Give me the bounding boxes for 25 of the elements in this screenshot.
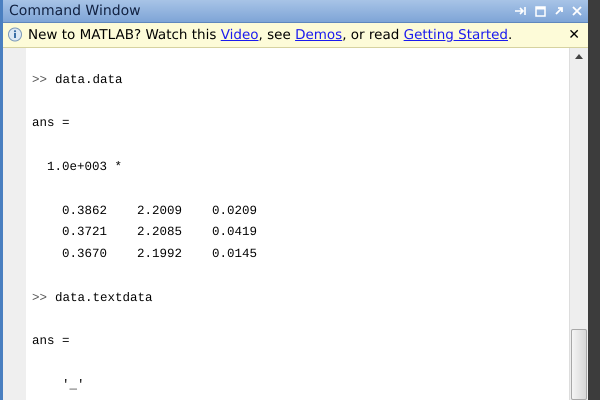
info-message: New to MATLAB? Watch this Video, see Demos, or read Getting Started. xyxy=(28,27,514,43)
prompt: >> xyxy=(32,290,48,307)
close-icon[interactable] xyxy=(572,6,582,16)
arrow-icon[interactable] xyxy=(554,6,564,16)
link[interactable]: Getting Started xyxy=(404,27,508,43)
scrollbar[interactable] xyxy=(569,48,588,400)
dock-icon[interactable] xyxy=(515,6,527,16)
maximize-icon[interactable] xyxy=(535,6,546,16)
output-text: 1.0e+003 * xyxy=(46,158,122,176)
output-text: '_' xyxy=(61,376,85,394)
prompt: >> xyxy=(32,72,48,89)
window-title: Command Window xyxy=(9,3,142,19)
link[interactable]: Demos xyxy=(295,27,342,43)
scrollbar-thumb[interactable] xyxy=(571,329,587,400)
output-text: 0.3670 2.1992 0.0145 xyxy=(61,246,258,264)
command-text: data.textdata xyxy=(55,290,153,307)
command-text: data.data xyxy=(55,72,123,89)
up-arrow-icon[interactable] xyxy=(575,54,583,59)
close-button[interactable]: ✕ xyxy=(564,27,584,43)
output-text: 0.3721 2.2085 0.0419 xyxy=(61,224,258,242)
link[interactable]: Video xyxy=(220,27,259,43)
info-icon xyxy=(7,27,23,43)
output-text: 0.3862 2.2009 0.0209 xyxy=(61,202,258,220)
output-text: ans = xyxy=(32,333,70,350)
output-text: ans = xyxy=(32,115,70,132)
